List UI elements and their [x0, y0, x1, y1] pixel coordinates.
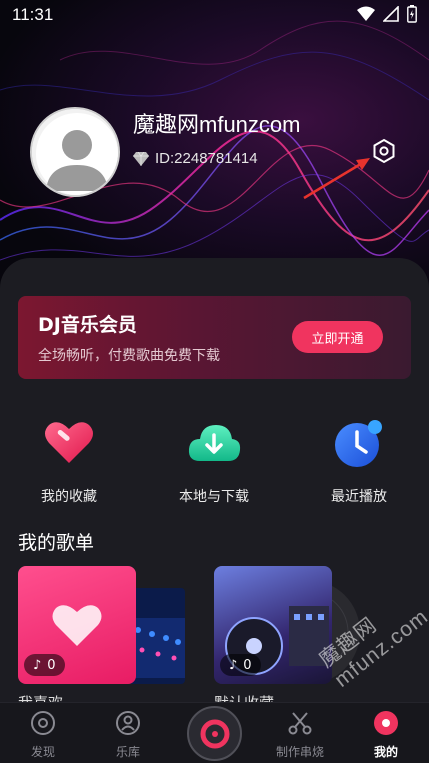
- quick-recent-label: 最近播放: [331, 489, 387, 505]
- vip-banner[interactable]: DJ音乐会员 全场畅听，付费歌曲免费下载 立即开通: [18, 296, 411, 379]
- default-avatar-icon: [32, 109, 118, 195]
- clock-icon: [335, 420, 382, 467]
- quick-recent[interactable]: 最近播放: [309, 415, 409, 506]
- vip-subtitle: 全场畅听，付费歌曲免费下载: [38, 348, 220, 364]
- music-note-icon: ♪: [229, 657, 238, 673]
- nav-make-mix[interactable]: 制作串烧: [270, 709, 330, 760]
- vip-title: DJ音乐会员: [38, 314, 137, 336]
- status-time: 11:31: [12, 5, 54, 24]
- status-bar: 11:31: [0, 0, 429, 30]
- nav-discover[interactable]: 发现: [13, 709, 73, 760]
- main-panel: DJ音乐会员 全场畅听，付费歌曲免费下载 立即开通 我的收藏 本地与下载 最近播…: [0, 258, 429, 763]
- mine-icon: [374, 711, 398, 735]
- user-name: 魔趣网mfunzcom: [133, 112, 301, 137]
- signal-icon: [383, 6, 399, 22]
- playlist-card-default[interactable]: ♪ 0 默认收藏: [214, 566, 384, 712]
- user-id: ID:2248781414: [155, 150, 258, 167]
- cloud-download-icon: [188, 425, 241, 461]
- avatar[interactable]: [30, 107, 120, 197]
- user-id-row: ID:2248781414: [133, 150, 258, 167]
- battery-icon: [407, 5, 417, 23]
- wifi-icon: [357, 6, 375, 21]
- music-note-icon: ♪: [33, 657, 42, 673]
- nav-library[interactable]: 乐库: [98, 709, 158, 760]
- scissors-icon: [288, 712, 312, 735]
- nav-mine[interactable]: 我的: [356, 709, 416, 760]
- library-icon: [116, 711, 140, 735]
- quick-favorites[interactable]: 我的收藏: [19, 415, 119, 506]
- open-vip-button[interactable]: 立即开通: [292, 321, 383, 353]
- heart-icon: [45, 422, 93, 463]
- playlist-song-count: ♪ 0: [220, 654, 261, 676]
- discover-icon: [31, 711, 55, 735]
- playlist-back-cover: [128, 588, 185, 684]
- annotation-arrow-icon: [303, 158, 370, 200]
- playlist-cover-liked: ♪ 0: [18, 566, 136, 684]
- quick-favorites-label: 我的收藏: [41, 489, 97, 505]
- playlist-card-liked[interactable]: ♪ 0 我喜欢: [18, 566, 188, 712]
- nav-player-button[interactable]: [187, 706, 242, 761]
- quick-local-download-label: 本地与下载: [179, 489, 249, 505]
- status-icons: [357, 5, 417, 23]
- quick-local-download[interactable]: 本地与下载: [164, 415, 264, 506]
- playlist-song-count: ♪ 0: [24, 654, 65, 676]
- diamond-icon: [133, 151, 149, 166]
- playlist-cover-default: ♪ 0: [214, 566, 332, 684]
- vinyl-disc-icon: [200, 719, 229, 748]
- my-playlists-title: 我的歌单: [18, 532, 95, 554]
